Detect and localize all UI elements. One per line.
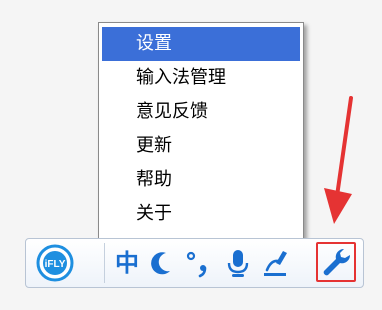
half-width-moon-icon[interactable]	[146, 243, 178, 283]
chinese-mode-toggle[interactable]: 中	[112, 243, 142, 283]
menu-item-update[interactable]: 更新	[102, 129, 300, 163]
menu-item-help[interactable]: 帮助	[102, 163, 300, 197]
wrench-settings-icon[interactable]	[316, 242, 356, 282]
menu-item-feedback[interactable]: 意见反馈	[102, 95, 300, 129]
ime-status-bar: iFLY 中	[25, 238, 364, 288]
red-arrow-annotation	[322, 96, 362, 226]
menu-item-settings[interactable]: 设置	[102, 27, 300, 61]
ime-context-menu: 设置 输入法管理 意见反馈 更新 帮助 关于	[98, 22, 304, 243]
menu-item-input-method-management[interactable]: 输入法管理	[102, 61, 300, 95]
ifly-logo-icon[interactable]: iFLY	[36, 244, 74, 282]
menu-item-about[interactable]: 关于	[102, 197, 300, 231]
bar-divider	[104, 243, 105, 283]
punctuation-icon[interactable]	[182, 243, 216, 283]
logo-text: iFLY	[45, 259, 66, 270]
handwriting-icon[interactable]	[258, 243, 292, 283]
microphone-icon[interactable]	[222, 243, 254, 283]
